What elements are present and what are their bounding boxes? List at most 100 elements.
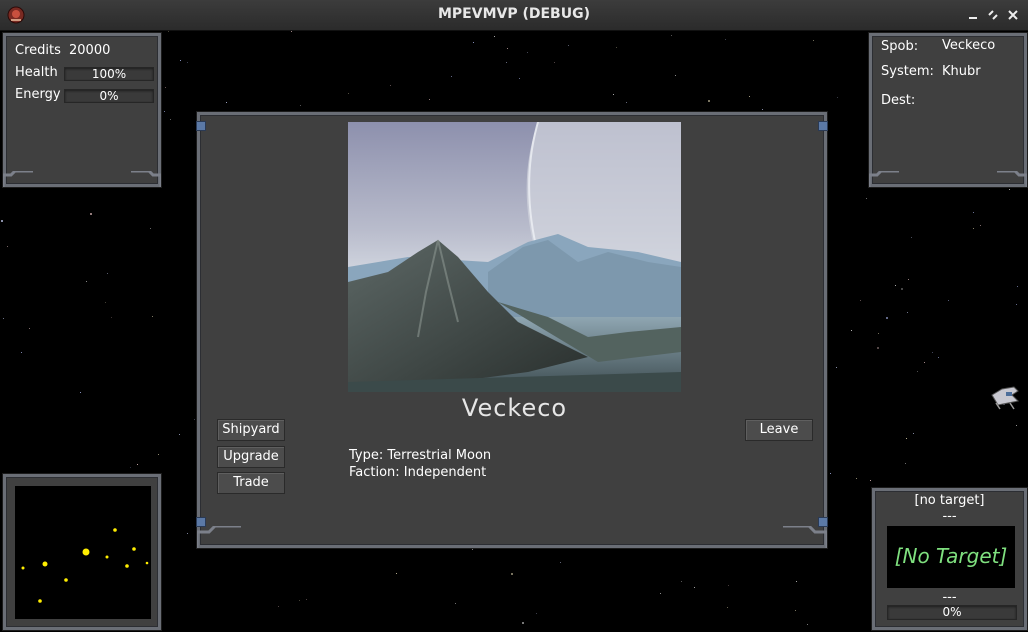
planet-type: Type: Terrestrial Moon (349, 448, 492, 463)
restore-button[interactable] (984, 6, 1002, 24)
star (554, 62, 555, 63)
ship-sprite[interactable] (988, 381, 1020, 411)
minimize-icon (969, 17, 977, 19)
star (938, 357, 939, 358)
starfield-background: Credits 20000 Health 100% Energy 0% Spob… (0, 31, 1028, 632)
star (107, 273, 108, 274)
health-bar: 100% (64, 67, 154, 81)
star (80, 392, 81, 393)
spob-value: Veckeco (942, 38, 996, 53)
star (86, 281, 87, 282)
status-panel: Credits 20000 Health 100% Energy 0% (3, 33, 161, 187)
restore-icon (988, 10, 998, 20)
landing-dialog: Veckeco Shipyard Upgrade Trade Leave Typ… (196, 112, 828, 548)
star (807, 624, 808, 625)
radar-blip (21, 566, 25, 570)
star (1009, 189, 1010, 190)
star (708, 100, 710, 102)
star (796, 581, 797, 582)
star (158, 454, 159, 455)
star (111, 317, 112, 318)
star (660, 593, 661, 594)
frame-corner-ornament (783, 526, 827, 548)
star (694, 587, 695, 588)
frame-corner-ornament (997, 171, 1027, 187)
frame-corner-ornament (197, 526, 241, 548)
star (762, 109, 763, 110)
radar-blip (113, 528, 117, 532)
target-dashes-top: --- (942, 509, 957, 524)
star (877, 347, 879, 349)
star (727, 607, 728, 608)
star (226, 102, 227, 103)
star (913, 433, 914, 434)
star (150, 228, 151, 229)
radar-blip (42, 561, 48, 567)
star (451, 76, 452, 77)
star (907, 312, 908, 313)
radar-blips (21, 528, 149, 603)
star (348, 93, 349, 94)
star (179, 434, 180, 435)
star (105, 302, 106, 303)
upgrade-button[interactable]: Upgrade (217, 446, 285, 468)
planet-name: Veckeco (461, 394, 568, 422)
star (130, 467, 131, 468)
energy-value: 0% (99, 89, 119, 103)
star (749, 96, 750, 97)
star (291, 31, 292, 32)
star (613, 94, 614, 95)
energy-bar: 0% (64, 89, 154, 103)
frame-bolt (818, 121, 828, 131)
star (906, 438, 907, 439)
leave-button[interactable]: Leave (745, 419, 813, 441)
frame-corner-ornament (131, 171, 161, 187)
target-display-text: [No Target] (894, 544, 1008, 568)
star (932, 352, 933, 353)
shipyard-button[interactable]: Shipyard (217, 419, 285, 441)
star (300, 105, 301, 106)
star (870, 480, 871, 481)
star (494, 36, 495, 37)
radar-blip (38, 599, 42, 603)
radar-blip (82, 548, 90, 556)
star (527, 52, 528, 53)
planet-faction: Faction: Independent (349, 465, 487, 480)
target-display: [No Target] (887, 526, 1015, 588)
star (795, 610, 796, 611)
star (1, 220, 3, 222)
star (860, 300, 861, 301)
star (560, 562, 561, 563)
close-window-button[interactable] (1004, 6, 1022, 24)
frame-bolt (196, 121, 206, 131)
star (90, 213, 92, 215)
minimize-button[interactable] (964, 6, 982, 24)
star (306, 599, 307, 600)
window-title: MPEVMVP (DEBUG) (437, 6, 590, 22)
star (924, 362, 925, 363)
credits-value: 20000 (69, 43, 111, 58)
star (187, 533, 188, 534)
star (165, 87, 166, 88)
star (675, 75, 676, 76)
star (29, 328, 30, 329)
star (536, 613, 537, 614)
radar-panel (3, 474, 161, 630)
star (886, 317, 888, 319)
star (7, 246, 8, 247)
radar-screen (15, 486, 151, 619)
target-header: [no target] (914, 493, 985, 508)
health-value: 100% (91, 67, 127, 81)
star (472, 549, 473, 550)
credits-label: Credits (15, 43, 61, 58)
star (728, 585, 729, 586)
star (973, 228, 974, 229)
star (725, 39, 726, 40)
energy-label: Energy (15, 87, 61, 102)
target-shield-value: 0% (942, 605, 962, 619)
star (895, 285, 896, 286)
star (836, 367, 837, 368)
target-dashes-bottom: --- (942, 590, 957, 605)
star (980, 225, 981, 226)
trade-button[interactable]: Trade (217, 472, 285, 494)
